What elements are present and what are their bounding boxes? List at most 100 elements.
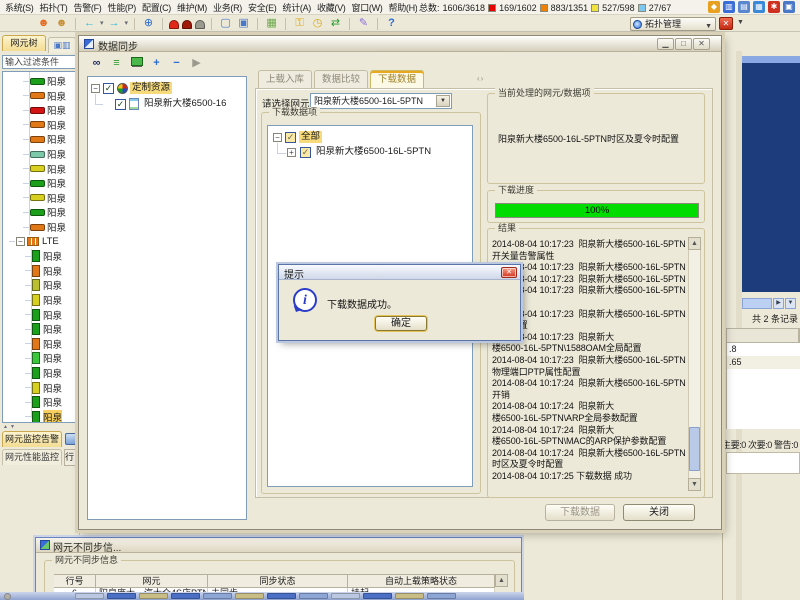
- panel-icon[interactable]: [65, 433, 77, 445]
- taskbar-button[interactable]: [331, 593, 360, 599]
- menu-item[interactable]: 收藏(V): [314, 1, 349, 14]
- selection-icon[interactable]: ▦: [264, 17, 279, 31]
- topology-map-area[interactable]: [742, 63, 800, 292]
- tab-extra[interactable]: ▣▥: [48, 37, 76, 53]
- window-list-icon[interactable]: ▣: [236, 17, 251, 31]
- ne-tree-item[interactable]: 阳泉: [23, 220, 78, 234]
- alert-icon[interactable]: ✱: [768, 1, 780, 13]
- alarm-sound-icon[interactable]: ◆: [708, 1, 720, 13]
- key-icon[interactable]: ⚿: [292, 17, 307, 31]
- column-header[interactable]: 自动上载策略状态: [348, 574, 495, 588]
- taskbar[interactable]: [0, 592, 524, 600]
- dialog-titlebar[interactable]: 数据同步 ▁ □ ✕: [79, 36, 721, 52]
- back-icon[interactable]: ←: [82, 17, 97, 31]
- ne-tree-item[interactable]: 阳泉: [25, 351, 78, 365]
- taskbar-button[interactable]: [107, 593, 136, 599]
- tree-item-ne[interactable]: 阳泉新大楼6500-16: [142, 98, 228, 110]
- layout-icon[interactable]: ▤: [738, 1, 750, 13]
- ne-tree-item[interactable]: 阳泉: [25, 381, 78, 395]
- alarm-query-icon[interactable]: [195, 20, 205, 29]
- checkbox[interactable]: ✓: [115, 99, 126, 110]
- remove-icon[interactable]: −: [169, 57, 184, 71]
- ne-tree-item[interactable]: 阳泉: [23, 162, 78, 176]
- tab-scroll-icons[interactable]: ‹›: [477, 74, 484, 83]
- alarm-major-icon[interactable]: [182, 20, 192, 29]
- menu-item[interactable]: 维护(M): [174, 1, 210, 14]
- ne-tree-item[interactable]: 阳泉: [23, 74, 78, 88]
- ne-tree-item[interactable]: 阳泉: [25, 337, 78, 351]
- tab-ne-tree[interactable]: 网元树: [2, 35, 46, 51]
- taskbar-button[interactable]: [75, 593, 104, 599]
- close-icon[interactable]: ✕: [693, 38, 710, 50]
- scroll-down-icon[interactable]: ▼: [688, 478, 701, 491]
- ne-tree-item[interactable]: 阳泉: [23, 132, 78, 146]
- taskbar-button[interactable]: [235, 593, 264, 599]
- help-icon[interactable]: ?: [384, 17, 399, 31]
- collapse-icon[interactable]: −: [16, 237, 25, 246]
- menu-item[interactable]: 性能(P): [105, 1, 140, 14]
- menu-item[interactable]: 拓扑(T): [37, 1, 71, 14]
- column-header[interactable]: 网元: [96, 574, 208, 588]
- tab-ne-performance-monitor[interactable]: 网元性能监控: [2, 449, 62, 465]
- chevron-down-icon[interactable]: ▼: [737, 19, 744, 26]
- menu-item[interactable]: 业务(R): [210, 1, 245, 14]
- ok-button[interactable]: 确定: [375, 316, 427, 331]
- ne-select-dropdown[interactable]: 阳泉新大楼6500-16L-5PTN ▼: [310, 93, 452, 109]
- scrollbar-thumb[interactable]: [689, 427, 700, 471]
- maximize-icon[interactable]: □: [675, 38, 692, 50]
- column-header[interactable]: 同步状态: [208, 574, 348, 588]
- ne-tree-item[interactable]: 阳泉: [25, 395, 78, 409]
- ne-tree-item[interactable]: 阳泉: [23, 147, 78, 161]
- ne-tree-item[interactable]: 阳泉: [25, 308, 78, 322]
- menu-item[interactable]: 安全(E): [245, 1, 280, 14]
- user-group-icon[interactable]: ☻: [54, 17, 69, 31]
- checkbox[interactable]: ✓: [103, 83, 114, 94]
- ne-tree-item[interactable]: 阳泉: [25, 249, 78, 263]
- collapse-icon[interactable]: −: [273, 133, 282, 142]
- taskbar-button[interactable]: [267, 593, 296, 599]
- run-icon[interactable]: ▶: [189, 57, 204, 71]
- splitter-handle[interactable]: ▲▼: [3, 424, 17, 430]
- collapse-icon[interactable]: −: [91, 84, 100, 93]
- ne-tree-item[interactable]: 阳泉: [25, 366, 78, 380]
- ne-tree-item[interactable]: 阳泉: [25, 264, 78, 278]
- tristate-checkbox[interactable]: ✓: [285, 132, 296, 143]
- menu-item[interactable]: 帮助(H): [386, 1, 421, 14]
- window-titlebar[interactable]: 网元不同步信...: [36, 538, 521, 553]
- taskbar-button[interactable]: [299, 593, 328, 599]
- menu-item[interactable]: 系统(S): [2, 1, 37, 14]
- scroll-up-icon[interactable]: ▲: [495, 574, 508, 587]
- taskbar-button[interactable]: [203, 593, 232, 599]
- menu-item[interactable]: 告警(F): [71, 1, 105, 14]
- download-button[interactable]: 下载数据: [545, 504, 615, 521]
- alarm-critical-icon[interactable]: [169, 20, 179, 29]
- back-caret-icon[interactable]: ▾: [100, 17, 104, 31]
- column-header[interactable]: 行号: [54, 574, 96, 588]
- ne-tree-item[interactable]: 阳泉: [25, 410, 78, 423]
- taskbar-button[interactable]: [363, 593, 392, 599]
- tab-download[interactable]: 下载数据: [370, 70, 424, 88]
- tab-ne-alarm-monitor[interactable]: 网元监控告警: [2, 431, 62, 447]
- taskbar-button[interactable]: [171, 593, 200, 599]
- unsync-table-header[interactable]: 行号网元同步状态自动上载策略状态: [54, 574, 509, 588]
- bar-chart-icon[interactable]: ▥: [723, 1, 735, 13]
- taskbar-button[interactable]: [395, 593, 424, 599]
- expand-icon[interactable]: +: [287, 148, 296, 157]
- ne-tree-item[interactable]: 阳泉: [23, 176, 78, 190]
- ne-tree-group-lte[interactable]: −LTE: [9, 235, 78, 249]
- tab-upload[interactable]: 上载入库: [258, 70, 312, 88]
- menu-item[interactable]: 窗口(W): [349, 1, 386, 14]
- tree-item-ne[interactable]: 阳泉新大楼6500-16L-5PTN: [314, 146, 433, 158]
- ne-tree-item[interactable]: 阳泉: [23, 205, 78, 219]
- ne-tree-item[interactable]: 阳泉: [25, 322, 78, 336]
- scroll-down-icon[interactable]: ▼: [785, 298, 796, 309]
- globe-icon[interactable]: ⊕: [141, 17, 156, 31]
- tools-icon[interactable]: ✎: [356, 17, 371, 31]
- ne-tree-item[interactable]: 阳泉: [23, 191, 78, 205]
- monitor-icon[interactable]: [129, 57, 144, 71]
- forward-icon[interactable]: →: [107, 17, 122, 31]
- menu-item[interactable]: 统计(A): [280, 1, 315, 14]
- start-icon[interactable]: [4, 593, 11, 600]
- ne-tree-item[interactable]: 阳泉: [23, 103, 78, 117]
- schedule-icon[interactable]: ◷: [310, 17, 325, 31]
